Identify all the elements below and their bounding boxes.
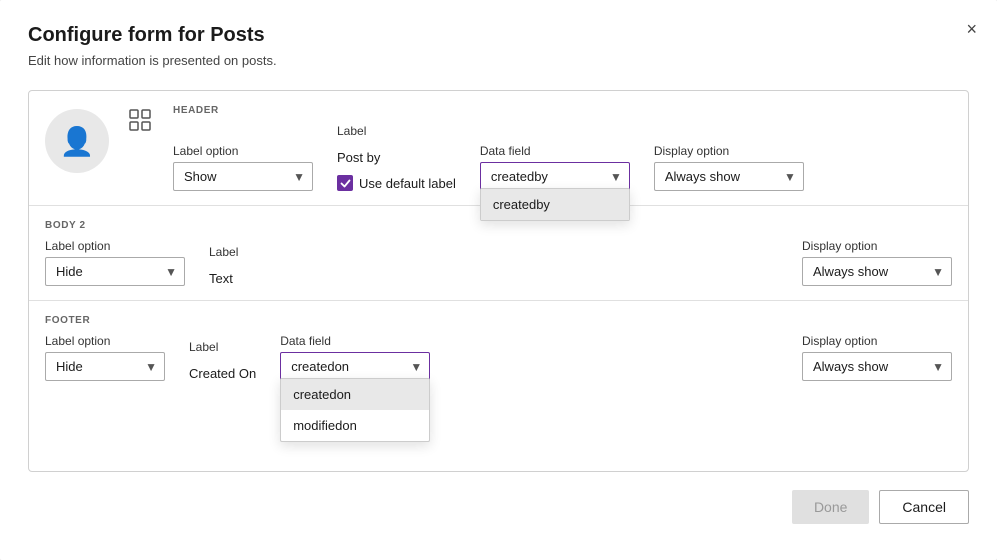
footer-dropdown-option-createdon[interactable]: createdon xyxy=(281,379,429,410)
close-button[interactable]: × xyxy=(966,20,977,38)
footer-display-option-label: Display option xyxy=(802,334,952,348)
body2-label-label: Label xyxy=(209,245,238,259)
header-label-option-select-wrapper: Show Hide ▼ xyxy=(173,162,313,191)
dialog-subtitle: Edit how information is presented on pos… xyxy=(28,53,969,68)
footer-display-option-select-wrapper: Always show Hide ▼ xyxy=(802,352,952,381)
header-dropdown-option-createdby[interactable]: createdby xyxy=(481,189,629,220)
header-display-option-label: Display option xyxy=(654,144,804,158)
body2-label-group: Label Text xyxy=(209,245,238,286)
header-label-label: Label xyxy=(337,124,456,138)
header-fields-area: HEADER Label option Show Hide ▼ xyxy=(173,105,952,191)
avatar: 👤 xyxy=(45,109,109,173)
header-display-option-select-wrapper: Always show Hide ▼ xyxy=(654,162,804,191)
footer-section-tag: FOOTER xyxy=(45,315,952,326)
body2-label-option-label: Label option xyxy=(45,239,185,253)
body2-display-option-label: Display option xyxy=(802,239,952,253)
footer-label-label: Label xyxy=(189,340,256,354)
body2-display-option-select[interactable]: Always show Hide xyxy=(802,257,952,286)
header-data-field-label: Data field xyxy=(480,144,630,158)
body2-label-option-select-wrapper: Show Hide ▼ xyxy=(45,257,185,286)
header-display-option-select[interactable]: Always show Hide xyxy=(654,162,804,191)
header-label-option-select[interactable]: Show Hide xyxy=(173,162,313,191)
header-data-field-select[interactable]: createdby xyxy=(480,162,630,191)
use-default-checkbox[interactable] xyxy=(337,175,353,191)
body2-label-option-select[interactable]: Show Hide xyxy=(45,257,185,286)
body2-label-option-group: Label option Show Hide ▼ xyxy=(45,239,185,286)
person-icon: 👤 xyxy=(60,125,95,158)
header-data-field-dropdown: createdby xyxy=(480,188,630,221)
done-button: Done xyxy=(792,490,869,524)
footer-label-option-group: Label option Show Hide ▼ xyxy=(45,334,165,381)
dialog-footer: Done Cancel xyxy=(28,490,969,524)
header-use-default-row: Use default label xyxy=(337,175,456,191)
footer-section: FOOTER Label option Show Hide ▼ Label xyxy=(29,301,968,471)
header-data-field-select-wrapper: createdby ▼ xyxy=(480,162,630,191)
footer-data-field-label: Data field xyxy=(280,334,430,348)
header-label-option-label: Label option xyxy=(173,144,313,158)
use-default-label: Use default label xyxy=(359,176,456,191)
body2-display-option-group: Display option Always show Hide ▼ xyxy=(802,239,952,286)
footer-display-option-select[interactable]: Always show Hide xyxy=(802,352,952,381)
footer-data-field-select[interactable]: createdon modifiedon xyxy=(280,352,430,381)
dialog-title: Configure form for Posts xyxy=(28,24,969,47)
body2-label-value: Text xyxy=(209,263,238,286)
grid-icon xyxy=(129,109,157,137)
cancel-button[interactable]: Cancel xyxy=(879,490,969,524)
footer-label-option-select-wrapper: Show Hide ▼ xyxy=(45,352,165,381)
footer-dropdown-option-modifiedon[interactable]: modifiedon xyxy=(281,410,429,441)
configure-form-dialog: Configure form for Posts Edit how inform… xyxy=(0,0,997,560)
footer-data-field-dropdown: createdon modifiedon xyxy=(280,378,430,442)
footer-display-option-group: Display option Always show Hide ▼ xyxy=(802,334,952,381)
header-data-field-group: Data field createdby ▼ createdby xyxy=(480,144,630,191)
header-section: 👤 HEADER L xyxy=(29,91,968,206)
form-card: 👤 HEADER L xyxy=(28,90,969,472)
header-label-option-group: Label option Show Hide ▼ xyxy=(173,144,313,191)
header-section-tag: HEADER xyxy=(173,105,952,116)
footer-label-value: Created On xyxy=(189,358,256,381)
body2-display-option-select-wrapper: Always show Hide ▼ xyxy=(802,257,952,286)
footer-label-option-label: Label option xyxy=(45,334,165,348)
body2-section-tag: BODY 2 xyxy=(45,220,952,231)
footer-data-field-group: Data field createdon modifiedon ▼ create… xyxy=(280,334,430,381)
header-label-group: Label Post by Use default label xyxy=(337,124,456,191)
footer-label-option-select[interactable]: Show Hide xyxy=(45,352,165,381)
header-label-value: Post by xyxy=(337,142,456,165)
footer-label-group: Label Created On xyxy=(189,340,256,381)
header-display-option-group: Display option Always show Hide ▼ xyxy=(654,144,804,191)
footer-data-field-select-wrapper: createdon modifiedon ▼ xyxy=(280,352,430,381)
